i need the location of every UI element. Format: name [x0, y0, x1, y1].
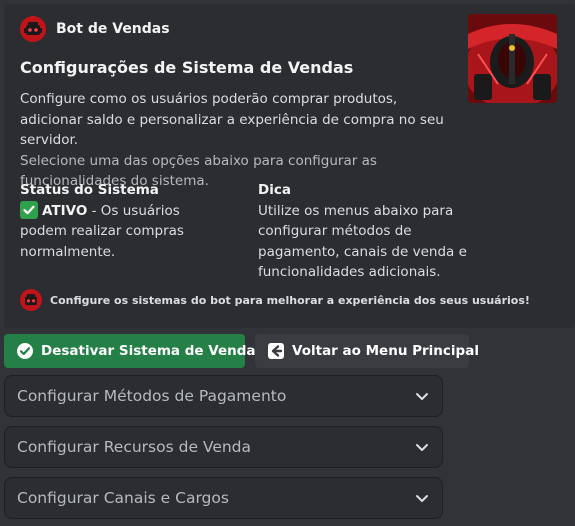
car-thumbnail[interactable]: [468, 14, 557, 103]
status-badge: ATIVO: [42, 202, 88, 219]
tip-field: Dica Utilize os menus abaixo para config…: [258, 180, 468, 283]
author-name[interactable]: Bot de Vendas: [56, 21, 170, 37]
embed-title: Configurações de Sistema de Vendas: [20, 58, 354, 77]
back-button-label: Voltar ao Menu Principal: [292, 343, 479, 359]
chevron-down-icon: [416, 495, 428, 502]
select-sales-resources[interactable]: Configurar Recursos de Venda: [4, 426, 443, 468]
select-label: Configurar Canais e Cargos: [17, 489, 229, 507]
status-field-name: Status do Sistema: [20, 182, 159, 198]
tip-field-name: Dica: [258, 182, 291, 198]
select-payment-methods[interactable]: Configurar Métodos de Pagamento: [4, 375, 443, 417]
select-channels-roles[interactable]: Configurar Canais e Cargos: [4, 477, 443, 519]
check-circle-icon: [20, 200, 38, 219]
disable-sales-system-button[interactable]: Desativar Sistema de Vendas: [4, 334, 264, 368]
bot-avatar-icon: [20, 16, 46, 42]
select-label: Configurar Métodos de Pagamento: [17, 387, 287, 405]
chevron-down-icon: [416, 444, 428, 451]
embed-card: Bot de Vendas Configurações de Sistema d…: [4, 4, 575, 328]
status-field: Status do Sistema ATIVO - Os usuários po…: [20, 180, 220, 262]
bot-avatar-icon: [20, 289, 42, 311]
description-main: Configure como os usuários poderão compr…: [20, 91, 444, 148]
status-field-value: ATIVO - Os usuários podem realizar compr…: [20, 200, 220, 263]
embed-author: Bot de Vendas: [20, 16, 170, 42]
select-label: Configurar Recursos de Venda: [17, 438, 252, 456]
embed-description: Configure como os usuários poderão compr…: [20, 89, 460, 192]
back-arrow-icon: [268, 343, 284, 359]
disable-button-label: Desativar Sistema de Vendas: [41, 343, 264, 359]
back-to-main-menu-button[interactable]: Voltar ao Menu Principal: [255, 334, 479, 368]
tip-field-value: Utilize os menus abaixo para configurar …: [258, 202, 467, 281]
footer-text: Configure os sistemas do bot para melhor…: [50, 293, 530, 307]
chevron-down-icon: [416, 393, 428, 400]
check-circle-icon: [17, 343, 33, 359]
embed-footer: Configure os sistemas do bot para melhor…: [20, 289, 530, 311]
